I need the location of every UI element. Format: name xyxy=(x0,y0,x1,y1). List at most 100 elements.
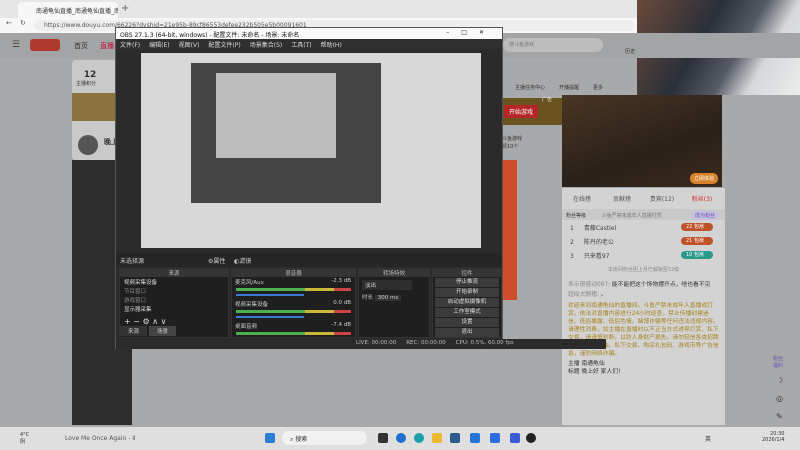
rank-name: 只来看97 xyxy=(583,253,610,260)
explorer-icon[interactable] xyxy=(432,433,442,443)
menu-item[interactable]: 视图(V) xyxy=(179,40,200,49)
chat-user[interactable]: 表示很感动087: xyxy=(568,282,610,288)
tab-online[interactable]: 在线榜 xyxy=(562,188,602,203)
obs-title: OBS 27.1.3 (64-bit, windows) - 配置文件: 未命名… xyxy=(116,28,502,39)
nav-live[interactable]: 直播 xyxy=(100,41,114,51)
no-source-label: 未选择源 xyxy=(120,258,145,265)
transitions-dock: 转场特效 淡出 时长 300 ms xyxy=(358,268,430,338)
chat-panel: 在线榜 贡献榜 贵宾(12) 粉丝(3) 粉丝等级 斗鱼严禁未成年人直播打赏 成为粉丝… xyxy=(562,188,725,425)
control-button[interactable]: 设置 xyxy=(435,318,499,327)
menu-item[interactable]: 文件(F) xyxy=(120,40,140,49)
target-icon[interactable]: ◎ xyxy=(776,394,783,403)
menu-item[interactable]: 编辑(E) xyxy=(149,40,169,49)
extra-label[interactable]: 斗鱼游戏 xyxy=(502,135,522,142)
store-icon[interactable] xyxy=(450,433,460,443)
ime-indicator[interactable]: 英 xyxy=(705,434,711,443)
tab-fans[interactable]: 粉丝(3) xyxy=(682,188,722,203)
source-item[interactable]: 节目窗口 xyxy=(120,286,228,295)
new-tab-button[interactable]: + xyxy=(121,3,129,14)
live-status: LIVE: 00:00:00 xyxy=(356,340,397,346)
volume-slider[interactable] xyxy=(236,294,304,296)
properties-button[interactable]: ⚙属性 xyxy=(208,256,225,265)
browser-tab[interactable]: 南通龟仙直播_南通龟仙直播_南通 xyxy=(18,2,118,18)
ad-start-button[interactable]: 开始游戏 xyxy=(504,105,539,118)
transition-select[interactable]: 淡出 xyxy=(362,280,412,290)
game-ad[interactable]: 开始游戏 广告 斗鱼游戏 领10个 立即体验 xyxy=(502,95,722,187)
avatar[interactable] xyxy=(78,135,98,155)
menu-item[interactable]: 帮助(H) xyxy=(321,40,342,49)
nav-home[interactable]: 首页 xyxy=(74,41,88,51)
edge-icon[interactable] xyxy=(414,433,424,443)
channel-db: 0.0 dB xyxy=(333,300,351,306)
obs-taskbar-icon[interactable] xyxy=(526,433,536,443)
source-actions[interactable]: + − ⚙ ∧ ∨ xyxy=(120,317,228,326)
menu-icon[interactable]: ☰ xyxy=(12,40,20,50)
menu-item[interactable]: 工具(T) xyxy=(291,40,311,49)
taskbar-search[interactable]: ⌕ 搜索 xyxy=(282,431,367,445)
clock[interactable]: 20:30 2026/1/4 xyxy=(762,431,784,443)
channel-label: 视频采集设备 xyxy=(235,302,269,308)
edit-icon[interactable]: ✎ xyxy=(776,412,783,421)
mixer-dock: 混音器 麦克风/Aux -2.3 dB 视频采集设备 0.0 dB 桌面音频 -7.4 dB xyxy=(231,268,356,338)
obs-preview[interactable] xyxy=(141,53,481,248)
chat-user[interactable]: 超级大野猪: xyxy=(568,292,599,298)
ad-play-button[interactable]: 立即体验 xyxy=(689,173,718,184)
fan-level: 粉丝等级 xyxy=(566,213,587,219)
fan-bar: 粉丝等级 斗鱼严禁未成年人直播打赏 成为粉丝 xyxy=(562,209,725,220)
tab-vip[interactable]: 贵宾(12) xyxy=(642,188,682,203)
tab-contrib[interactable]: 贡献榜 xyxy=(602,188,642,203)
mixer-channel: 麦克风/Aux -2.3 dB xyxy=(232,277,355,287)
obs-title-text: OBS 27.1.3 (64-bit, windows) - 配置文件: 未命名… xyxy=(120,32,300,39)
media-widget[interactable]: Love Me Once Again - Ⅱ xyxy=(65,435,135,442)
task-center-link[interactable]: 主播任务中心 xyxy=(515,84,545,91)
fan-badge: 10 包袱 xyxy=(681,251,713,259)
back-icon[interactable]: ← xyxy=(6,19,12,27)
weather-widget[interactable]: 4°C 阴 xyxy=(20,432,29,445)
fan-benefit-button[interactable]: 粉丝福利 xyxy=(773,355,787,369)
rank-row[interactable]: 3 只来看97 10 包袱 xyxy=(562,248,725,262)
control-button[interactable]: 停止推流 xyxy=(435,278,499,287)
control-button[interactable]: 启动虚拟摄像机 xyxy=(435,298,499,307)
reminder-link[interactable]: 开播提醒 xyxy=(559,84,579,91)
sources-dock: 来源 视频采集设备 节目窗口 游戏窗口 显示器采集 + − ⚙ ∧ ∨ 来源 场景 xyxy=(119,268,229,338)
source-item[interactable]: 游戏窗口 xyxy=(120,295,228,304)
duration-input[interactable]: 300 ms xyxy=(374,295,402,301)
tab-scenes[interactable]: 场景 xyxy=(149,326,177,336)
rank-row[interactable]: 2 陈丹的老公 21 包袱 xyxy=(562,234,725,248)
reload-icon[interactable]: ↻ xyxy=(20,19,26,27)
dock-title: 混音器 xyxy=(232,269,355,277)
control-button[interactable]: 开始录制 xyxy=(435,288,499,297)
rank-row[interactable]: 1 青藤Castiel 22 包袱 xyxy=(562,220,725,234)
control-button[interactable]: 退出 xyxy=(435,328,499,337)
moon-icon[interactable]: ☽ xyxy=(776,376,783,385)
channel-db: -7.4 dB xyxy=(331,322,351,328)
app-icon[interactable] xyxy=(396,433,406,443)
search-input[interactable]: 搜斗鱼游戏 xyxy=(503,38,603,52)
more-link[interactable]: 更多 xyxy=(593,84,603,91)
taskview-icon[interactable] xyxy=(378,433,388,443)
fan-badge: 22 包袱 xyxy=(681,223,713,231)
join-fans-button[interactable]: 成为粉丝 xyxy=(690,211,719,220)
duration-label: 时长 xyxy=(362,295,374,301)
menu-item[interactable]: 场景集合(S) xyxy=(250,40,283,49)
start-icon[interactable] xyxy=(265,433,275,443)
douyu-logo[interactable] xyxy=(30,39,60,51)
source-toolbar: 未选择源 ⚙属性 ◐滤镜 xyxy=(116,253,502,267)
control-button[interactable]: 工作室模式 xyxy=(435,308,499,317)
rank-name: 陈丹的老公 xyxy=(583,239,614,246)
menu-item[interactable]: 配置文件(P) xyxy=(208,40,240,49)
chat-tabs: 在线榜 贡献榜 贵宾(12) 粉丝(3) xyxy=(562,188,725,203)
k-app-icon[interactable] xyxy=(490,433,500,443)
filters-button[interactable]: ◐滤镜 xyxy=(234,256,251,265)
shield-app-icon[interactable] xyxy=(510,433,520,443)
dock-title: 控件 xyxy=(433,269,501,277)
source-item[interactable]: 视频采集设备 xyxy=(120,277,228,286)
window-controls[interactable]: –□✕ xyxy=(446,29,496,36)
volume-slider[interactable] xyxy=(236,316,304,318)
tab-sources[interactable]: 来源 xyxy=(120,326,148,336)
outlook-icon[interactable] xyxy=(470,433,480,443)
dock-title: 来源 xyxy=(120,269,228,277)
history-link[interactable]: 历史 xyxy=(625,48,635,55)
rank-number: 3 xyxy=(570,253,574,260)
source-item[interactable]: 显示器采集 xyxy=(120,304,228,313)
